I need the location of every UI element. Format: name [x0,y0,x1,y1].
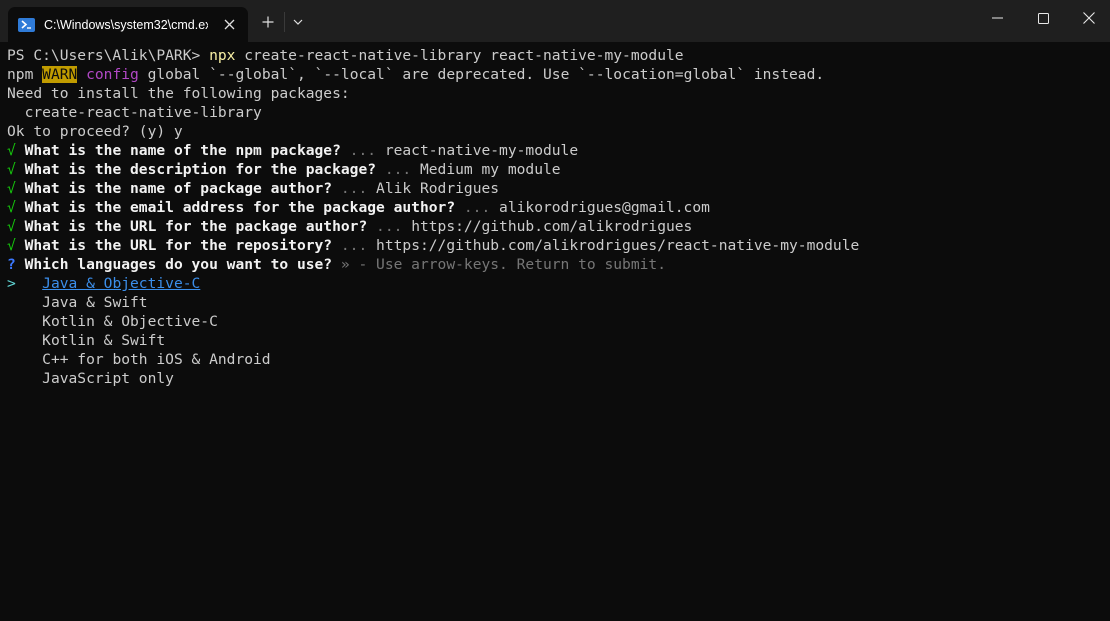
minimize-icon[interactable] [974,0,1020,36]
warn-prefix: npm [7,66,43,83]
question-text: What is the URL for the package author? [24,218,368,235]
option-indent [7,332,42,349]
powershell-icon [18,17,35,32]
check-icon: √ [7,142,25,159]
close-icon[interactable] [1066,0,1110,36]
ellipsis: ... [340,142,385,159]
tab-title: C:\Windows\system32\cmd.exe [44,17,208,32]
answer-line: √ What is the description for the packag… [7,160,1110,179]
option-label: JavaScript only [42,370,174,387]
check-icon: √ [7,218,25,235]
answer-line: √ What is the email address for the pack… [7,198,1110,217]
maximize-icon[interactable] [1020,0,1066,36]
answer-line: √ What is the URL for the package author… [7,217,1110,236]
terminal-output[interactable]: PS C:\Users\Alik\PARK> npx create-react-… [7,46,1110,621]
answer-text: alikorodrigues@gmail.com [499,199,710,216]
question-text: What is the email address for the packag… [24,199,456,216]
install-message: Need to install the following packages: [7,85,350,102]
prompt: PS C:\Users\Alik\PARK> [7,47,210,64]
option-label: Kotlin & Swift [42,332,166,349]
check-icon: √ [7,237,25,254]
ellipsis: ... [367,218,412,235]
option-label: C++ for both iOS & Android [42,351,271,368]
option-indent [7,313,42,330]
language-option-selected[interactable]: > Java & Objective-C [7,274,1110,293]
proceed-prompt: Ok to proceed? (y) y [7,123,183,140]
answer-text: https://github.com/alikrodrigues/react-n… [376,237,860,254]
package-name: create-react-native-library [7,104,262,121]
language-prompt: ? Which languages do you want to use? » … [7,255,1110,274]
option-label: Java & Objective-C [42,275,201,292]
option-indent [7,351,42,368]
option-indent [7,370,42,387]
command-args: create-react-native-library react-native… [235,47,684,64]
answer-text: react-native-my-module [384,142,579,159]
language-option[interactable]: Kotlin & Objective-C [7,312,1110,331]
question-text: What is the URL for the repository? [24,237,333,254]
answer-text: Alik Rodrigues [376,180,500,197]
chevron-down-icon[interactable] [285,9,311,35]
ellipsis: ... [376,161,420,178]
answer-line: √ What is the URL for the repository? ..… [7,236,1110,255]
question-text: What is the description for the package? [24,161,377,178]
language-option[interactable]: Kotlin & Swift [7,331,1110,350]
option-label: Java & Swift [42,294,148,311]
plus-icon[interactable] [255,9,281,35]
answer-line: √ What is the name of package author? ..… [7,179,1110,198]
question-text: Which languages do you want to use? [24,256,333,273]
ellipsis: ... [332,180,377,197]
ellipsis: ... [455,199,500,216]
language-option[interactable]: JavaScript only [7,369,1110,388]
answer-text: Medium my module [419,161,561,178]
command-name: npx [209,47,236,64]
question-mark-icon: ? [7,256,25,273]
warn-tag: WARN [42,66,78,83]
question-text: What is the name of the npm package? [24,142,341,159]
command-line: PS C:\Users\Alik\PARK> npx create-react-… [7,46,1110,65]
warn-line: npm WARN config global `--global`, `--lo… [7,65,1110,84]
warn-config: config [77,66,139,83]
title-bar: C:\Windows\system32\cmd.exe [0,0,1110,42]
option-indent [7,294,42,311]
language-option[interactable]: Java & Swift [7,293,1110,312]
selection-cursor-icon: > [7,275,43,292]
answer-text: https://github.com/alikrodrigues [411,218,693,235]
option-label: Kotlin & Objective-C [42,313,218,330]
prompt-hint: » - Use arrow-keys. Return to submit. [332,256,666,273]
check-icon: √ [7,180,25,197]
ellipsis: ... [332,237,377,254]
answer-line: √ What is the name of the npm package? .… [7,141,1110,160]
check-icon: √ [7,161,25,178]
question-text: What is the name of package author? [24,180,333,197]
warn-message: global `--global`, `--local` are depreca… [138,66,825,83]
close-tab-icon[interactable] [220,15,238,33]
terminal-tab[interactable]: C:\Windows\system32\cmd.exe [8,7,248,42]
check-icon: √ [7,199,25,216]
language-option[interactable]: C++ for both iOS & Android [7,350,1110,369]
